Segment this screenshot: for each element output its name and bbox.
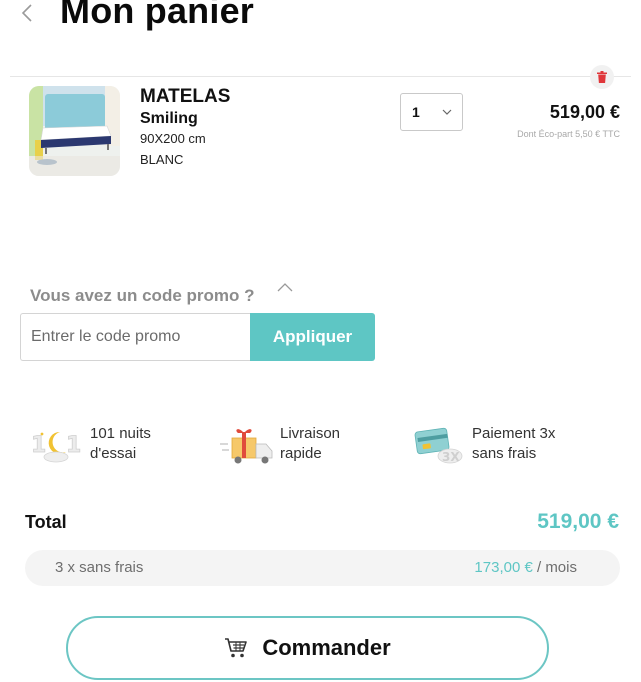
feature-trial: 1 1 101 nuits d'essai <box>30 424 151 466</box>
svg-text:3X: 3X <box>442 450 460 464</box>
total-label: Total <box>25 512 67 532</box>
feature-trial-line2: d'essai <box>90 445 137 462</box>
promo-code-input[interactable] <box>20 313 250 361</box>
installment-row: 3 x sans frais 173,00 € / mois <box>25 550 620 586</box>
item-price: 519,00 € <box>549 102 620 122</box>
feature-payment-line2: sans frais <box>472 445 537 462</box>
credit-card-3x-icon: 3X <box>414 427 463 464</box>
feature-payment-line1: Paiement 3x <box>472 425 556 442</box>
svg-text:1: 1 <box>66 433 81 458</box>
quantity-select[interactable]: 1 <box>400 93 463 131</box>
feature-delivery-line2: rapide <box>280 445 322 462</box>
feature-delivery: Livraison rapide <box>220 424 340 466</box>
trash-icon <box>597 71 607 83</box>
apply-promo-button[interactable]: Appliquer <box>250 313 375 361</box>
product-model: Smiling <box>140 110 198 127</box>
product-size: 90X200 cm <box>140 131 206 146</box>
mattress-product-image <box>29 86 120 176</box>
remove-item-button[interactable] <box>590 65 614 89</box>
product-name[interactable]: MATELAS <box>140 86 230 108</box>
feature-trial-line1: 101 nuits <box>90 425 151 442</box>
header-divider <box>10 76 631 77</box>
quantity-value: 1 <box>412 104 420 120</box>
product-color: BLANC <box>140 152 184 167</box>
svg-text:1: 1 <box>31 433 46 458</box>
gift-truck-icon <box>220 429 273 464</box>
promo-question[interactable]: Vous avez un code promo ? <box>30 286 255 306</box>
checkout-label: Commander <box>262 635 391 660</box>
back-button[interactable] <box>18 0 36 26</box>
installment-amount: 173,00 € <box>474 559 533 576</box>
installment-price: 173,00 € / mois <box>474 559 577 576</box>
product-image[interactable] <box>29 86 120 176</box>
moon-101-nights-icon: 1 1 <box>31 431 82 463</box>
chevron-left-icon <box>21 4 32 22</box>
page-title: Mon panier <box>60 0 255 31</box>
installment-suffix: / mois <box>532 559 577 576</box>
cart-icon <box>225 638 248 658</box>
chevron-down-icon <box>442 109 452 115</box>
feature-delivery-line1: Livraison <box>280 425 341 442</box>
installment-label: 3 x sans frais <box>55 559 144 576</box>
feature-payment: 3X Paiement 3x sans frais <box>412 424 555 466</box>
total-value: 519,00 € <box>537 510 619 533</box>
checkout-button[interactable]: Commander <box>66 616 549 680</box>
ecopart-note: Dont Éco-part 5,50 € TTC <box>517 129 620 139</box>
chevron-up-icon <box>277 283 293 292</box>
promo-toggle[interactable] <box>276 280 294 298</box>
